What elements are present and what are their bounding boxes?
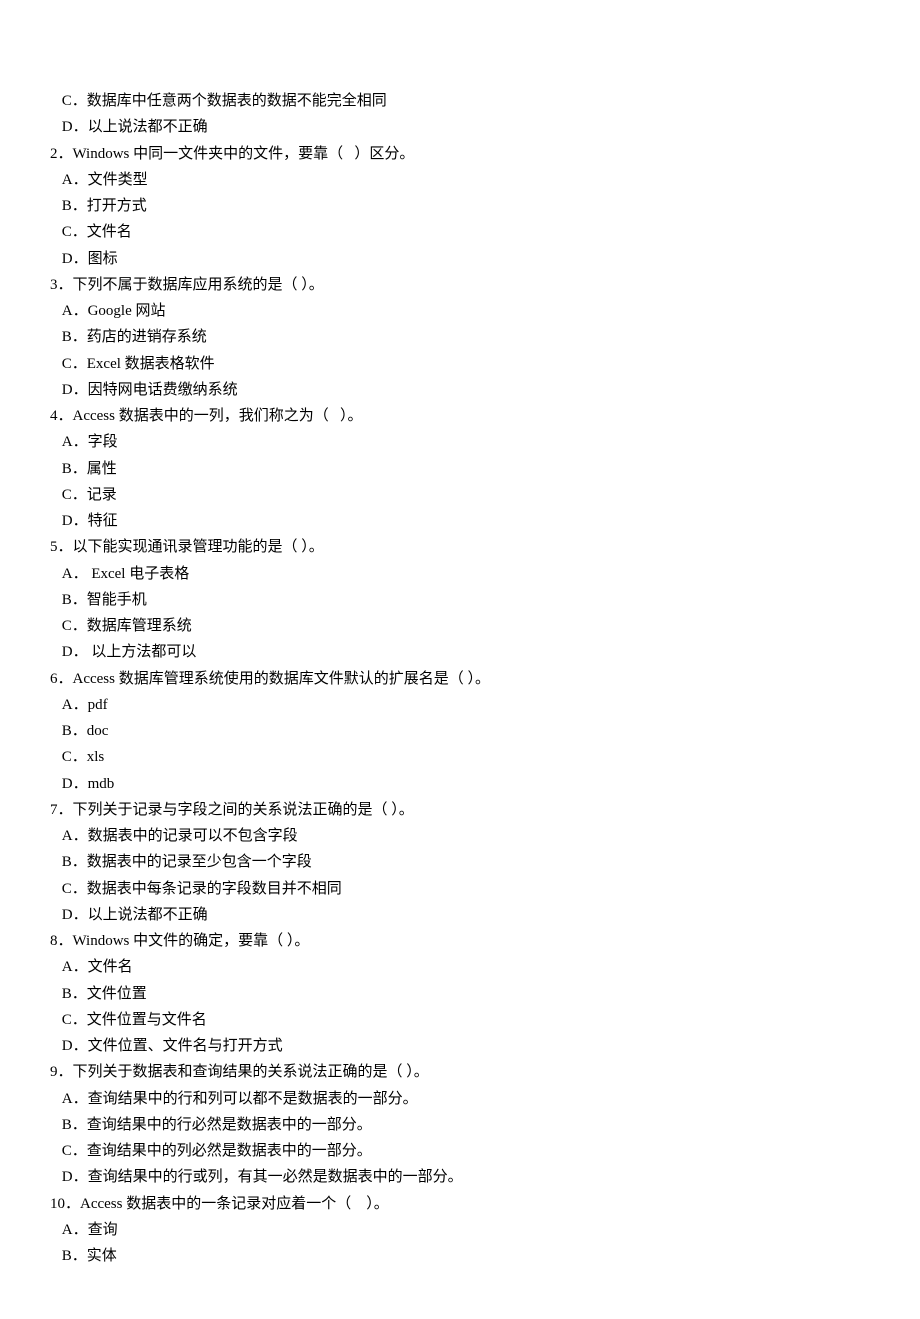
- option-line: A．查询: [50, 1217, 870, 1243]
- question-text: 9．下列关于数据表和查询结果的关系说法正确的是（ ）。: [50, 1059, 870, 1085]
- fragment-options-block: C．数据库中任意两个数据表的数据不能完全相同 D．以上说法都不正确: [50, 88, 870, 141]
- question-text: 7．下列关于记录与字段之间的关系说法正确的是（ ）。: [50, 797, 870, 823]
- option-line: C．数据表中每条记录的字段数目并不相同: [50, 876, 870, 902]
- option-line: B．智能手机: [50, 587, 870, 613]
- question-block: 10．Access 数据表中的一条记录对应着一个（ ）。 A．查询 B．实体: [50, 1191, 870, 1270]
- option-line: C．Excel 数据表格软件: [50, 351, 870, 377]
- question-text: 10．Access 数据表中的一条记录对应着一个（ ）。: [50, 1191, 870, 1217]
- option-line: D．文件位置、文件名与打开方式: [50, 1033, 870, 1059]
- option-line: C．数据库中任意两个数据表的数据不能完全相同: [50, 88, 870, 114]
- option-line: A． Excel 电子表格: [50, 561, 870, 587]
- option-line: A．数据表中的记录可以不包含字段: [50, 823, 870, 849]
- option-line: D．因特网电话费缴纳系统: [50, 377, 870, 403]
- option-line: D．以上说法都不正确: [50, 902, 870, 928]
- option-line: B．药店的进销存系统: [50, 324, 870, 350]
- option-line: B．查询结果中的行必然是数据表中的一部分。: [50, 1112, 870, 1138]
- question-block: 9．下列关于数据表和查询结果的关系说法正确的是（ ）。 A．查询结果中的行和列可…: [50, 1059, 870, 1190]
- question-block: 3．下列不属于数据库应用系统的是（ ）。 A．Google 网站 B．药店的进销…: [50, 272, 870, 403]
- option-line: B．实体: [50, 1243, 870, 1269]
- question-block: 7．下列关于记录与字段之间的关系说法正确的是（ ）。 A．数据表中的记录可以不包…: [50, 797, 870, 928]
- question-text: 8．Windows 中文件的确定，要靠（ ）。: [50, 928, 870, 954]
- option-line: A．查询结果中的行和列可以都不是数据表的一部分。: [50, 1086, 870, 1112]
- question-block: 5．以下能实现通讯录管理功能的是（ ）。 A． Excel 电子表格 B．智能手…: [50, 534, 870, 665]
- option-line: B．属性: [50, 456, 870, 482]
- question-text: 6．Access 数据库管理系统使用的数据库文件默认的扩展名是（ ）。: [50, 666, 870, 692]
- option-line: C．记录: [50, 482, 870, 508]
- option-line: C．查询结果中的列必然是数据表中的一部分。: [50, 1138, 870, 1164]
- option-line: A．文件类型: [50, 167, 870, 193]
- option-line: B．doc: [50, 718, 870, 744]
- option-line: D．图标: [50, 246, 870, 272]
- option-line: C．xls: [50, 744, 870, 770]
- option-line: A．字段: [50, 429, 870, 455]
- option-line: D．mdb: [50, 771, 870, 797]
- question-block: 4．Access 数据表中的一列，我们称之为（ ）。 A．字段 B．属性 C．记…: [50, 403, 870, 534]
- question-block: 2．Windows 中同一文件夹中的文件，要靠（ ）区分。 A．文件类型 B．打…: [50, 141, 870, 272]
- question-text: 3．下列不属于数据库应用系统的是（ ）。: [50, 272, 870, 298]
- option-line: A．Google 网站: [50, 298, 870, 324]
- option-line: C．文件位置与文件名: [50, 1007, 870, 1033]
- document-page: C．数据库中任意两个数据表的数据不能完全相同 D．以上说法都不正确 2．Wind…: [0, 0, 920, 1319]
- option-line: C．数据库管理系统: [50, 613, 870, 639]
- question-text: 5．以下能实现通讯录管理功能的是（ ）。: [50, 534, 870, 560]
- question-text: 2．Windows 中同一文件夹中的文件，要靠（ ）区分。: [50, 141, 870, 167]
- option-line: B．文件位置: [50, 981, 870, 1007]
- option-line: B．数据表中的记录至少包含一个字段: [50, 849, 870, 875]
- question-block: 8．Windows 中文件的确定，要靠（ ）。 A．文件名 B．文件位置 C．文…: [50, 928, 870, 1059]
- option-line: D．特征: [50, 508, 870, 534]
- option-line: B．打开方式: [50, 193, 870, 219]
- option-line: C．文件名: [50, 219, 870, 245]
- option-line: A．文件名: [50, 954, 870, 980]
- option-line: A．pdf: [50, 692, 870, 718]
- question-text: 4．Access 数据表中的一列，我们称之为（ ）。: [50, 403, 870, 429]
- question-block: 6．Access 数据库管理系统使用的数据库文件默认的扩展名是（ ）。 A．pd…: [50, 666, 870, 797]
- option-line: D． 以上方法都可以: [50, 639, 870, 665]
- option-line: D．以上说法都不正确: [50, 114, 870, 140]
- option-line: D．查询结果中的行或列，有其一必然是数据表中的一部分。: [50, 1164, 870, 1190]
